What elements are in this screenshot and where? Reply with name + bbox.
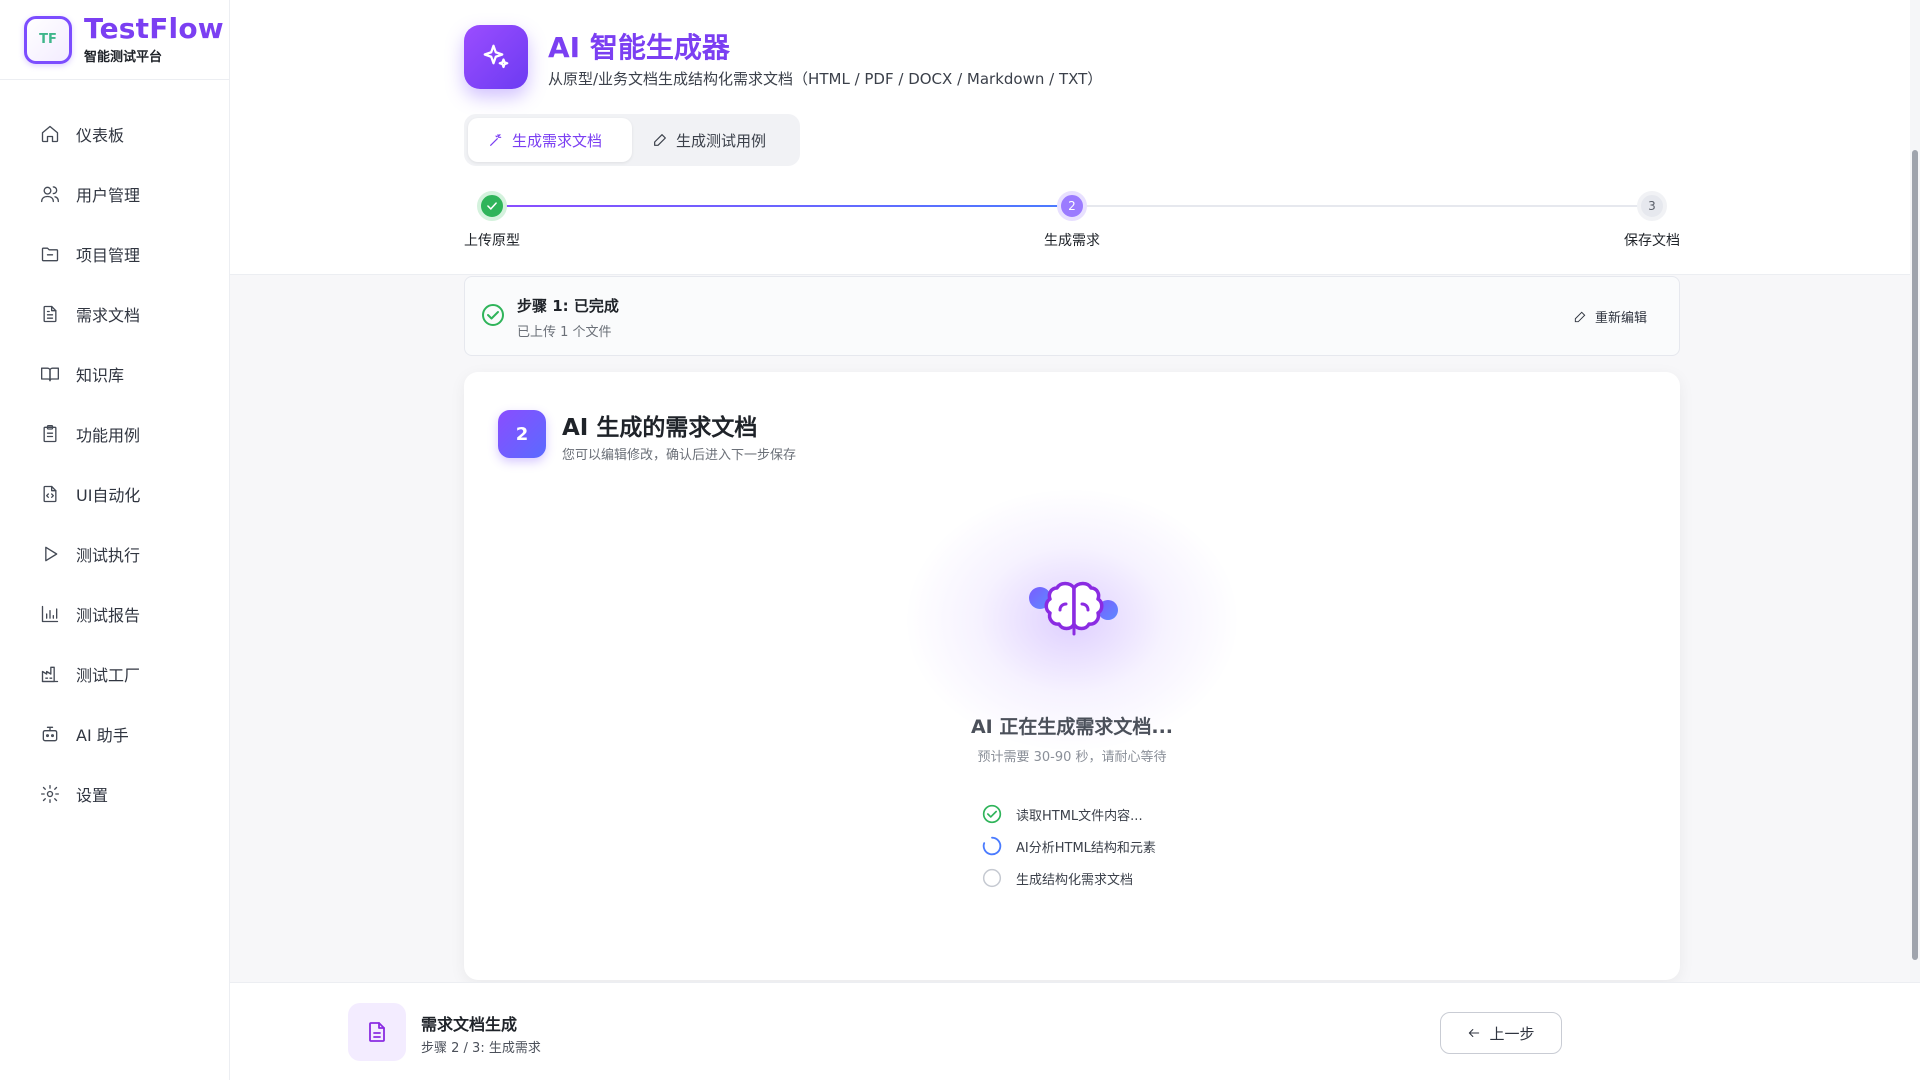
sidebar-item-projects[interactable]: 项目管理	[0, 224, 229, 284]
document-icon	[348, 1003, 406, 1061]
step-2-label: 生成需求	[1044, 233, 1100, 249]
wand-icon	[490, 134, 502, 146]
progress-item-label: 读取HTML文件内容...	[1016, 808, 1143, 824]
sidebar-item-requirements[interactable]: 需求文档	[0, 284, 229, 344]
brand[interactable]: TF TestFlow 智能测试平台	[0, 0, 229, 80]
brand-subtitle: 智能测试平台	[84, 50, 163, 65]
sidebar-item-label: 知识库	[76, 366, 125, 385]
tab-label: 生成测试用例	[676, 131, 767, 150]
reedit-label: 重新编辑	[1594, 311, 1647, 326]
tab-bar: 生成需求文档 生成测试用例	[464, 114, 800, 166]
pencil-icon	[654, 134, 666, 146]
sidebar: TF TestFlow 智能测试平台 仪表板 用户管理 项目管理 需求文档 知识…	[0, 0, 230, 1080]
step-line-pending	[1072, 205, 1652, 207]
circle-icon	[982, 868, 1002, 888]
sidebar-item-label: 项目管理	[76, 246, 141, 265]
generating-subtitle: 预计需要 30-90 秒，请耐心等待	[977, 750, 1167, 765]
generating-title: AI 正在生成需求文档...	[970, 716, 1174, 738]
previous-step-button[interactable]: 上一步	[1440, 1012, 1562, 1054]
page-subtitle: 从原型/业务文档生成结构化需求文档（HTML / PDF / DOCX / Ma…	[548, 70, 1103, 88]
sidebar-item-label: 功能用例	[76, 426, 141, 445]
sidebar-item-cases[interactable]: 功能用例	[0, 404, 229, 464]
progress-item-label: AI分析HTML结构和元素	[1016, 840, 1156, 856]
users-icon	[41, 186, 59, 203]
brand-title: TestFlow	[84, 12, 224, 45]
completed-step-title: 步骤 1: 已完成	[517, 297, 619, 315]
sidebar-item-users[interactable]: 用户管理	[0, 164, 229, 224]
edit-icon	[1574, 311, 1586, 322]
sidebar-item-ai-assistant[interactable]: AI 助手	[0, 704, 229, 764]
arrow-left-icon	[1469, 1028, 1480, 1038]
sidebar-item-execution[interactable]: 测试执行	[0, 524, 229, 584]
step-1-label: 上传原型	[464, 233, 520, 249]
progress-item: AI分析HTML结构和元素	[982, 830, 1156, 862]
gear-icon	[41, 785, 59, 803]
factory-icon	[41, 666, 59, 683]
sidebar-item-settings[interactable]: 设置	[0, 764, 229, 824]
bottom-bar-title: 需求文档生成	[421, 1015, 518, 1034]
card-subtitle: 您可以编辑修改，确认后进入下一步保存	[562, 448, 797, 463]
step-1-dot	[477, 191, 507, 221]
sidebar-item-dashboard[interactable]: 仪表板	[0, 104, 229, 164]
brain-icon	[1026, 580, 1122, 644]
step-3-dot: 3	[1637, 191, 1667, 221]
scrollbar-thumb[interactable]	[1912, 150, 1918, 960]
tab-generate-testcases[interactable]: 生成测试用例	[632, 118, 786, 162]
progress-list: 读取HTML文件内容... AI分析HTML结构和元素 生成结构化需求文档	[982, 798, 1156, 894]
spinner-icon	[982, 836, 1002, 856]
progress-item: 读取HTML文件内容...	[982, 798, 1156, 830]
previous-step-label: 上一步	[1489, 1024, 1535, 1043]
step-2-dot: 2	[1057, 191, 1087, 221]
requirements-card: 2 AI 生成的需求文档 您可以编辑修改，确认后进入下一步保存 AI 正在生成需…	[464, 372, 1680, 980]
sidebar-nav: 仪表板 用户管理 项目管理 需求文档 知识库 功能用例 UI自动化 测试执行 测…	[0, 80, 229, 824]
check-icon	[487, 202, 497, 210]
step-number-badge: 2	[498, 410, 546, 458]
tab-label: 生成需求文档	[512, 131, 603, 150]
book-icon	[41, 367, 59, 382]
sidebar-item-label: UI自动化	[76, 486, 141, 505]
progress-item: 生成结构化需求文档	[982, 862, 1156, 894]
sidebar-item-knowledge[interactable]: 知识库	[0, 344, 229, 404]
sidebar-item-label: 测试报告	[76, 606, 141, 625]
sidebar-item-label: 测试工厂	[76, 666, 141, 685]
bottom-bar: 需求文档生成 步骤 2 / 3: 生成需求 上一步	[230, 982, 1920, 1080]
progress-item-label: 生成结构化需求文档	[1016, 872, 1134, 888]
home-icon	[41, 125, 59, 143]
step-3-label: 保存文档	[1624, 233, 1680, 249]
card-title: AI 生成的需求文档	[562, 415, 758, 441]
step-line-completed	[492, 205, 1072, 207]
sidebar-item-factory[interactable]: 测试工厂	[0, 644, 229, 704]
sidebar-item-reports[interactable]: 测试报告	[0, 584, 229, 644]
bar-chart-icon	[41, 605, 59, 623]
sidebar-item-ui-automation[interactable]: UI自动化	[0, 464, 229, 524]
play-icon	[45, 546, 58, 562]
sparkles-icon	[464, 25, 528, 89]
folder-icon	[41, 247, 59, 262]
sidebar-item-label: 设置	[76, 786, 109, 805]
clipboard-icon	[43, 425, 57, 443]
file-code-icon	[43, 485, 57, 503]
reedit-button[interactable]: 重新编辑	[1573, 307, 1647, 326]
bot-icon	[42, 726, 58, 742]
sidebar-item-label: 需求文档	[76, 306, 141, 325]
check-circle-icon	[481, 303, 505, 331]
file-text-icon	[43, 305, 57, 323]
sidebar-item-label: AI 助手	[76, 726, 129, 745]
tab-generate-requirements[interactable]: 生成需求文档	[468, 118, 632, 162]
page-title: AI 智能生成器	[548, 31, 730, 64]
stepper: 2 3 上传原型 生成需求 保存文档	[464, 190, 1680, 250]
sidebar-item-label: 测试执行	[76, 546, 141, 565]
brand-logo: TF	[24, 15, 72, 64]
sidebar-item-label: 仪表板	[76, 126, 125, 145]
check-circle-icon	[982, 804, 1002, 824]
completed-step-subtitle: 已上传 1 个文件	[517, 325, 612, 340]
sidebar-item-label: 用户管理	[76, 186, 141, 205]
completed-step-card: 步骤 1: 已完成 已上传 1 个文件 重新编辑	[464, 276, 1680, 356]
bottom-bar-subtitle: 步骤 2 / 3: 生成需求	[421, 1041, 541, 1056]
